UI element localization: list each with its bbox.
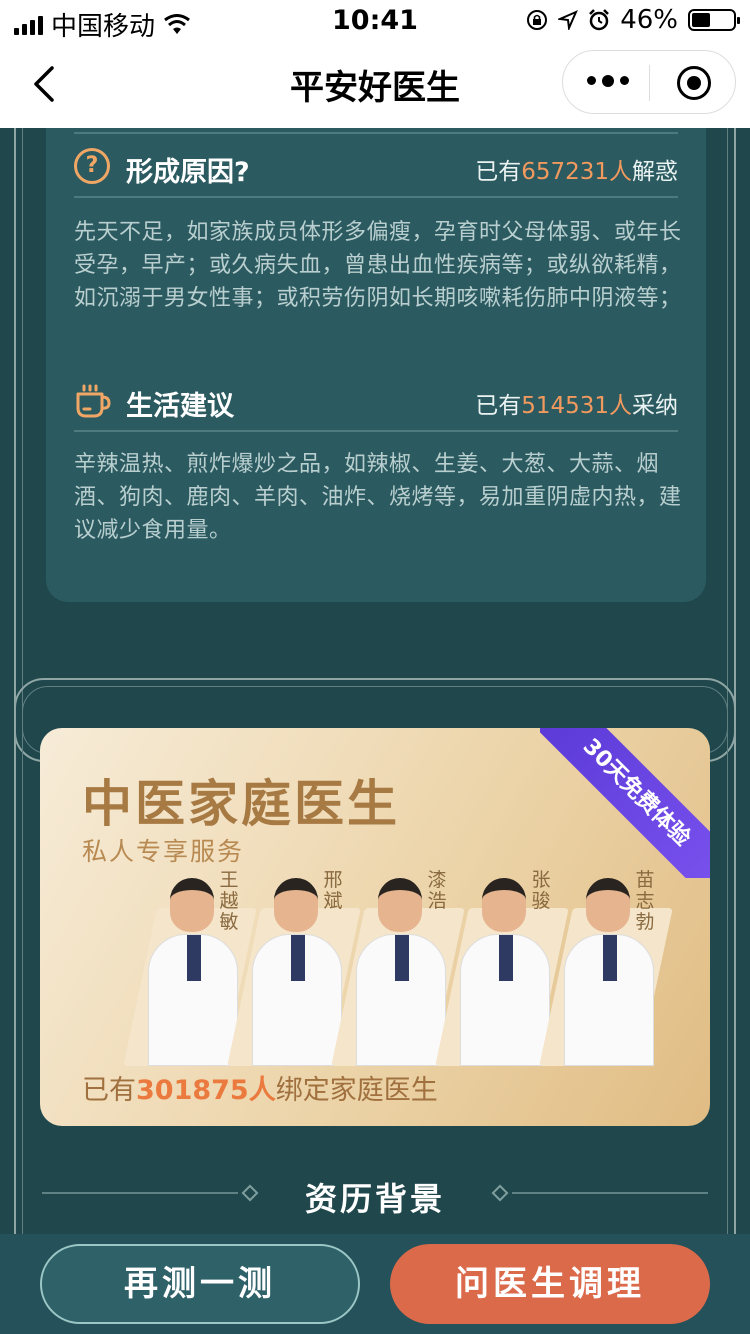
divider: [74, 196, 678, 198]
banner-title: 中医家庭医生: [82, 775, 400, 833]
battery-icon: [688, 9, 740, 31]
status-right: 46%: [526, 5, 740, 35]
target-icon[interactable]: [677, 66, 711, 100]
nav-bar: 平安好医生: [0, 40, 750, 128]
alarm-icon: [589, 9, 610, 31]
advice-text: 辛辣温热、煎炸爆炒之品，如辣椒、生姜、大葱、大蒜、烟酒、狗肉、鹿肉、羊肉、油炸、…: [74, 452, 682, 543]
banner-subtitle: 私人专享服务: [82, 837, 245, 866]
banner-foot-prefix: 已有: [82, 1075, 136, 1106]
doctor-photo: [564, 934, 654, 1066]
bottom-action-bar: 再测一测 问医生调理: [0, 1234, 750, 1334]
status-bar: 中国移动 10:41 46%: [0, 0, 750, 42]
retest-button[interactable]: 再测一测: [40, 1244, 360, 1324]
advice-stat: 已有514531人采纳: [475, 386, 678, 420]
constitution-card: ? 形成原因? 已有657231人解惑 先天不足，如家族成员体形多偏瘦，孕育时父…: [46, 128, 706, 602]
doctor-card: 漆浩: [331, 869, 465, 1066]
cause-stat-num: 657231人: [521, 159, 632, 185]
free-trial-ribbon: 30天免费体验: [540, 728, 710, 878]
cause-text: 先天不足，如家族成员体形多偏瘦，孕育时父母体弱、或年长受孕，早产；或久病失血，曾…: [74, 220, 682, 311]
advice-stat-prefix: 已有: [475, 393, 522, 419]
banner-footer: 已有301875人绑定家庭医生: [82, 1068, 438, 1107]
content-area[interactable]: ? 形成原因? 已有657231人解惑 先天不足，如家族成员体形多偏瘦，孕育时父…: [0, 128, 750, 1234]
doctor-card: 王越敏: [123, 869, 257, 1066]
cause-stat-suffix: 解惑: [632, 159, 678, 185]
banner-foot-num: 301875人: [136, 1075, 276, 1106]
doctor-name: 张骏: [531, 869, 551, 912]
doctor-card: 邢斌: [227, 869, 361, 1066]
doctor-name: 邢斌: [323, 869, 343, 912]
cause-stat-prefix: 已有: [475, 159, 522, 185]
ask-doctor-button[interactable]: 问医生调理: [390, 1244, 710, 1324]
doctor-photo: [356, 934, 446, 1066]
cause-header: ? 形成原因? 已有657231人解惑: [74, 142, 678, 198]
advice-stat-num: 514531人: [521, 393, 632, 419]
advice-title: 生活建议: [126, 391, 234, 422]
doctor-name: 王越敏: [219, 869, 239, 933]
lock-rotation-icon: [527, 10, 548, 30]
question-icon: ?: [74, 148, 112, 186]
family-doctor-banner[interactable]: 中医家庭医生 私人专享服务 30天免费体验 王越敏 邢斌 漆浩 张骏 苗志勃 已…: [40, 728, 710, 1126]
doctor-name: 苗志勃: [635, 869, 655, 933]
doctor-lineup: 王越敏 邢斌 漆浩 张骏 苗志勃: [123, 869, 673, 1066]
doctor-card: 张骏: [435, 869, 569, 1066]
qualification-title: 资历背景: [304, 1180, 445, 1218]
battery-percent: 46%: [620, 5, 678, 35]
qualification-header: 资历背景: [0, 1168, 750, 1218]
doctor-photo: [148, 934, 238, 1066]
ribbon-label: 30天免费体验: [540, 728, 710, 878]
advice-header: 生活建议 已有514531人采纳: [74, 376, 678, 432]
divider: [74, 430, 678, 432]
doctor-photo: [460, 934, 550, 1066]
doctor-name: 漆浩: [427, 869, 447, 912]
banner-foot-suffix: 绑定家庭医生: [275, 1075, 438, 1106]
cause-stat: 已有657231人解惑: [475, 152, 678, 186]
doctor-card: 苗志勃: [539, 869, 673, 1066]
more-icon[interactable]: [587, 74, 629, 87]
divider: [74, 132, 678, 134]
cause-title: 形成原因?: [126, 157, 250, 188]
tea-cup-icon: [76, 384, 111, 418]
mini-program-capsule: [562, 50, 736, 114]
location-icon: [558, 10, 579, 30]
advice-stat-suffix: 采纳: [632, 393, 678, 419]
divider: [512, 1192, 708, 1194]
capsule-divider: [649, 65, 650, 101]
doctor-photo: [252, 934, 342, 1066]
